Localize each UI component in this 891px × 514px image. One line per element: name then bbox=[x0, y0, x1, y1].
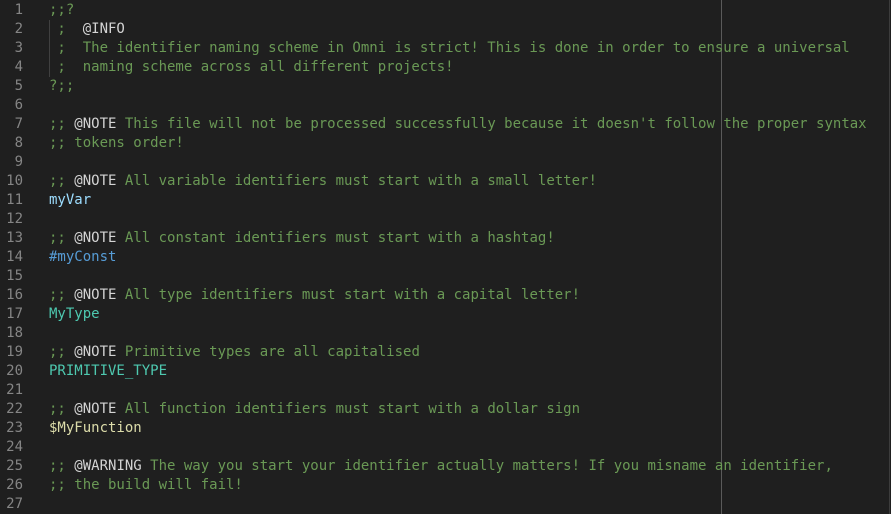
code-line: ; @INFO bbox=[49, 20, 125, 39]
code-line: ;; @NOTE All type identifiers must start… bbox=[49, 286, 580, 305]
annotation-tag: @NOTE bbox=[74, 116, 117, 132]
type-identifier: MyType bbox=[49, 306, 100, 322]
comment-text: All function identifiers must start with… bbox=[116, 401, 581, 417]
comment-text: ; naming scheme across all different pro… bbox=[49, 59, 454, 75]
line-number: 6 bbox=[14, 97, 23, 113]
comment-text: ; The identifier naming scheme in Omni i… bbox=[49, 40, 850, 56]
annotation-tag: @INFO bbox=[82, 21, 125, 37]
constant-identifier: #myConst bbox=[49, 249, 117, 265]
comment-prefix: ;; bbox=[49, 230, 75, 246]
code-line: ;; tokens order! bbox=[49, 134, 184, 153]
comment-prefix: ;; bbox=[49, 287, 75, 303]
annotation-tag: @NOTE bbox=[74, 230, 117, 246]
annotation-tag: @NOTE bbox=[74, 344, 117, 360]
code-line: ;; @NOTE All variable identifiers must s… bbox=[49, 172, 597, 191]
line-number: 25 bbox=[6, 458, 23, 474]
line-number: 13 bbox=[6, 230, 23, 246]
code-line: ?;; bbox=[49, 77, 74, 96]
line-number: 16 bbox=[6, 287, 23, 303]
line-number: 11 bbox=[6, 192, 23, 208]
code-line: ;;? bbox=[49, 1, 74, 20]
line-number: 3 bbox=[14, 40, 23, 56]
comment-prefix: ;; bbox=[49, 116, 75, 132]
comment-text: This file will not be processed successf… bbox=[116, 116, 867, 132]
annotation-tag: @NOTE bbox=[74, 401, 117, 417]
line-number: 17 bbox=[6, 306, 23, 322]
code-line: ;; @NOTE All function identifiers must s… bbox=[49, 400, 580, 419]
primitive-type-identifier: PRIMITIVE_TYPE bbox=[49, 363, 168, 379]
comment-prefix: ; bbox=[49, 21, 83, 37]
line-number: 5 bbox=[14, 78, 23, 94]
comment-prefix: ;; bbox=[49, 173, 75, 189]
comment-text: All type identifiers must start with a c… bbox=[116, 287, 581, 303]
line-number: 22 bbox=[6, 401, 23, 417]
line-number: 1 bbox=[14, 2, 23, 18]
line-number-gutter: 1 2 3 4 5 6 7 8 9 10 11 12 13 14 15 16 1… bbox=[0, 0, 40, 514]
code-editor[interactable]: 1 2 3 4 5 6 7 8 9 10 11 12 13 14 15 16 1… bbox=[0, 0, 891, 514]
comment-text: All variable identifiers must start with… bbox=[116, 173, 597, 189]
code-line: ;; the build will fail! bbox=[49, 476, 243, 495]
annotation-tag: @NOTE bbox=[74, 287, 117, 303]
line-number: 20 bbox=[6, 363, 23, 379]
comment-text: All constant identifiers must start with… bbox=[116, 230, 555, 246]
variable-identifier: myVar bbox=[49, 192, 92, 208]
comment-text: Primitive types are all capitalised bbox=[116, 344, 420, 360]
line-number: 8 bbox=[14, 135, 23, 151]
line-number: 10 bbox=[6, 173, 23, 189]
line-number: 15 bbox=[6, 268, 23, 284]
code-line: ;; @NOTE This file will not be processed… bbox=[49, 115, 867, 134]
line-number: 19 bbox=[6, 344, 23, 360]
annotation-tag: @NOTE bbox=[74, 173, 117, 189]
line-number: 21 bbox=[6, 382, 23, 398]
line-number: 23 bbox=[6, 420, 23, 436]
comment-text: ;;? bbox=[49, 2, 75, 18]
comment-text: ;; tokens order! bbox=[49, 135, 184, 151]
line-number: 14 bbox=[6, 249, 23, 265]
comment-prefix: ;; bbox=[49, 344, 75, 360]
function-identifier: $MyFunction bbox=[49, 420, 142, 436]
line-number: 12 bbox=[6, 211, 23, 227]
code-line: ;; @WARNING The way you start your ident… bbox=[49, 457, 833, 476]
code-line: ; naming scheme across all different pro… bbox=[49, 58, 454, 77]
line-number: 7 bbox=[14, 116, 23, 132]
line-number: 4 bbox=[14, 59, 23, 75]
line-number: 26 bbox=[6, 477, 23, 493]
annotation-tag: @WARNING bbox=[74, 458, 142, 474]
line-number: 24 bbox=[6, 439, 23, 455]
line-number: 18 bbox=[6, 325, 23, 341]
comment-prefix: ;; bbox=[49, 458, 75, 474]
line-number: 9 bbox=[14, 154, 23, 170]
code-line: ; The identifier naming scheme in Omni i… bbox=[49, 39, 850, 58]
comment-prefix: ;; bbox=[49, 401, 75, 417]
comment-text: ?;; bbox=[49, 78, 75, 94]
code-text-area[interactable]: ;;? ; @INFO ; The identifier naming sche… bbox=[49, 0, 891, 514]
code-line: ;; @NOTE Primitive types are all capital… bbox=[49, 343, 420, 362]
line-number: 2 bbox=[14, 21, 23, 37]
code-line: ;; @NOTE All constant identifiers must s… bbox=[49, 229, 555, 248]
comment-text: The way you start your identifier actual… bbox=[141, 458, 833, 474]
line-number: 27 bbox=[6, 496, 23, 512]
comment-text: ;; the build will fail! bbox=[49, 477, 243, 493]
